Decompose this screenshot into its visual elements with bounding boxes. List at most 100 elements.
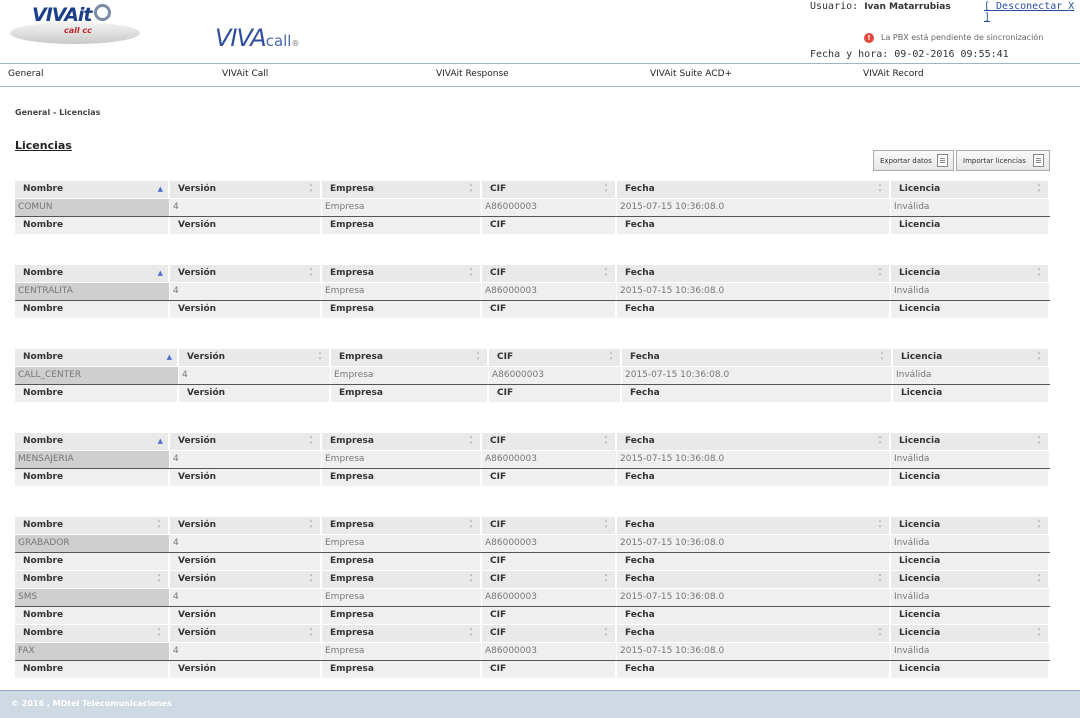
column-header-version[interactable]: Versión ▴▾ bbox=[170, 571, 322, 588]
sort-icon[interactable]: ▴▾ bbox=[467, 626, 475, 638]
sort-icon[interactable]: ▴▾ bbox=[876, 626, 884, 638]
table-row[interactable]: CENTRALITA 4 Empresa A86000003 2015-07-15 10… bbox=[15, 283, 1050, 302]
column-header-cif[interactable]: CIF ▴▾ bbox=[482, 517, 617, 534]
column-header-nombre[interactable]: Nombre ▲ bbox=[15, 349, 179, 366]
column-header-licencia[interactable]: Licencia ▴▾ bbox=[891, 517, 1050, 534]
column-header-empresa[interactable]: Empresa ▴▾ bbox=[322, 517, 482, 534]
column-header-empresa[interactable]: Empresa ▴▾ bbox=[331, 349, 489, 366]
column-header-nombre[interactable]: Nombre ▲ bbox=[15, 181, 170, 198]
column-header-fecha[interactable]: Fecha ▴▾ bbox=[617, 571, 891, 588]
sort-icon[interactable]: ▴▾ bbox=[155, 518, 163, 530]
nav-item-vivait-suite-acd[interactable]: VIVAit Suite ACD+ bbox=[650, 69, 732, 79]
sort-icon[interactable]: ▴▾ bbox=[307, 572, 315, 584]
sort-icon[interactable]: ▴▾ bbox=[1035, 434, 1043, 446]
column-header-version[interactable]: Versión ▴▾ bbox=[170, 625, 322, 642]
sort-icon[interactable]: ▴▾ bbox=[467, 266, 475, 278]
sort-icon[interactable]: ▴▾ bbox=[307, 182, 315, 194]
column-header-empresa[interactable]: Empresa ▴▾ bbox=[322, 265, 482, 282]
sort-icon[interactable]: ▴▾ bbox=[607, 350, 615, 362]
column-header-fecha[interactable]: Fecha ▴▾ bbox=[617, 625, 891, 642]
column-header-cif[interactable]: CIF ▴▾ bbox=[482, 265, 617, 282]
table-row[interactable]: FAX 4 Empresa A86000003 2015-07-15 10:36:08.… bbox=[15, 643, 1050, 662]
column-header-cif[interactable]: CIF ▴▾ bbox=[482, 433, 617, 450]
table-row[interactable]: GRABADOR 4 Empresa A86000003 2015-07-15 10:3… bbox=[15, 535, 1050, 554]
table-row[interactable]: COMUN 4 Empresa A86000003 2015-07-15 10:36:0… bbox=[15, 199, 1050, 218]
column-header-nombre[interactable]: Nombre ▴▾ bbox=[15, 517, 170, 534]
sort-icon[interactable]: ▴▾ bbox=[878, 350, 886, 362]
import-licenses-button[interactable]: Importar licencias bbox=[956, 150, 1050, 171]
column-header-cif[interactable]: CIF ▴▾ bbox=[482, 571, 617, 588]
sort-icon[interactable]: ▴▾ bbox=[602, 266, 610, 278]
column-header-version[interactable]: Versión ▴▾ bbox=[170, 517, 322, 534]
sort-icon[interactable]: ▴▾ bbox=[876, 182, 884, 194]
table-row[interactable]: CALL_CENTER 4 Empresa A86000003 2015-07-15 1… bbox=[15, 367, 1050, 386]
sort-icon[interactable]: ▴▾ bbox=[155, 626, 163, 638]
sort-icon[interactable]: ▴▾ bbox=[467, 182, 475, 194]
column-header-licencia[interactable]: Licencia ▴▾ bbox=[891, 265, 1050, 282]
sort-asc-icon[interactable]: ▲ bbox=[158, 265, 163, 282]
sort-icon[interactable]: ▴▾ bbox=[316, 350, 324, 362]
column-header-cif[interactable]: CIF ▴▾ bbox=[482, 181, 617, 198]
product-suffix: call bbox=[265, 32, 292, 50]
column-header-nombre[interactable]: Nombre ▲ bbox=[15, 265, 170, 282]
sort-icon[interactable]: ▴▾ bbox=[307, 266, 315, 278]
column-header-nombre[interactable]: Nombre ▴▾ bbox=[15, 571, 170, 588]
column-header-licencia[interactable]: Licencia ▴▾ bbox=[891, 181, 1050, 198]
sort-icon[interactable]: ▴▾ bbox=[876, 266, 884, 278]
column-header-licencia[interactable]: Licencia ▴▾ bbox=[891, 571, 1050, 588]
column-header-fecha[interactable]: Fecha ▴▾ bbox=[617, 433, 891, 450]
sort-icon[interactable]: ▴▾ bbox=[467, 572, 475, 584]
sort-icon[interactable]: ▴▾ bbox=[307, 518, 315, 530]
sort-icon[interactable]: ▴▾ bbox=[602, 626, 610, 638]
sort-icon[interactable]: ▴▾ bbox=[602, 182, 610, 194]
column-header-licencia[interactable]: Licencia ▴▾ bbox=[891, 433, 1050, 450]
logout-link[interactable]: [ Desconectar X ] bbox=[984, 1, 1080, 23]
sort-icon[interactable]: ▴▾ bbox=[1035, 626, 1043, 638]
sort-icon[interactable]: ▴▾ bbox=[602, 434, 610, 446]
column-header-version[interactable]: Versión ▴▾ bbox=[170, 433, 322, 450]
nav-item-vivait-call[interactable]: VIVAit Call bbox=[222, 69, 268, 79]
column-header-licencia[interactable]: Licencia ▴▾ bbox=[891, 625, 1050, 642]
column-header-fecha[interactable]: Fecha ▴▾ bbox=[622, 349, 893, 366]
sort-icon[interactable]: ▴▾ bbox=[467, 518, 475, 530]
sort-icon[interactable]: ▴▾ bbox=[602, 572, 610, 584]
column-header-version[interactable]: Versión ▴▾ bbox=[170, 181, 322, 198]
column-header-empresa[interactable]: Empresa ▴▾ bbox=[322, 625, 482, 642]
sort-icon[interactable]: ▴▾ bbox=[467, 434, 475, 446]
sort-asc-icon[interactable]: ▲ bbox=[158, 433, 163, 450]
sort-icon[interactable]: ▴▾ bbox=[602, 518, 610, 530]
nav-item-general[interactable]: General bbox=[8, 69, 43, 79]
sort-icon[interactable]: ▴▾ bbox=[1035, 518, 1043, 530]
sort-icon[interactable]: ▴▾ bbox=[474, 350, 482, 362]
sort-icon[interactable]: ▴▾ bbox=[1035, 182, 1043, 194]
column-header-cif[interactable]: CIF ▴▾ bbox=[482, 625, 617, 642]
sort-asc-icon[interactable]: ▲ bbox=[167, 349, 172, 366]
nav-item-vivait-record[interactable]: VIVAit Record bbox=[863, 69, 924, 79]
column-header-empresa[interactable]: Empresa ▴▾ bbox=[322, 571, 482, 588]
table-row[interactable]: SMS 4 Empresa A86000003 2015-07-15 10:36:08.… bbox=[15, 589, 1050, 608]
column-header-version[interactable]: Versión ▴▾ bbox=[179, 349, 331, 366]
sort-icon[interactable]: ▴▾ bbox=[1035, 572, 1043, 584]
sort-icon[interactable]: ▴▾ bbox=[307, 434, 315, 446]
column-header-empresa[interactable]: Empresa ▴▾ bbox=[322, 433, 482, 450]
column-header-fecha[interactable]: Fecha ▴▾ bbox=[617, 517, 891, 534]
sort-icon[interactable]: ▴▾ bbox=[876, 518, 884, 530]
column-header-empresa[interactable]: Empresa ▴▾ bbox=[322, 181, 482, 198]
sort-icon[interactable]: ▴▾ bbox=[1035, 350, 1043, 362]
sort-icon[interactable]: ▴▾ bbox=[1035, 266, 1043, 278]
nav-item-vivait-response[interactable]: VIVAit Response bbox=[436, 69, 509, 79]
sort-icon[interactable]: ▴▾ bbox=[876, 572, 884, 584]
column-header-nombre[interactable]: Nombre ▴▾ bbox=[15, 625, 170, 642]
export-data-button[interactable]: Exportar datos bbox=[873, 150, 954, 171]
column-header-fecha[interactable]: Fecha ▴▾ bbox=[617, 265, 891, 282]
sort-icon[interactable]: ▴▾ bbox=[155, 572, 163, 584]
column-header-version[interactable]: Versión ▴▾ bbox=[170, 265, 322, 282]
sort-asc-icon[interactable]: ▲ bbox=[158, 181, 163, 198]
column-header-cif[interactable]: CIF ▴▾ bbox=[489, 349, 622, 366]
column-header-fecha[interactable]: Fecha ▴▾ bbox=[617, 181, 891, 198]
column-header-nombre[interactable]: Nombre ▲ bbox=[15, 433, 170, 450]
table-row[interactable]: MENSAJERIA 4 Empresa A86000003 2015-07-15 10… bbox=[15, 451, 1050, 470]
column-header-licencia[interactable]: Licencia ▴▾ bbox=[893, 349, 1050, 366]
sort-icon[interactable]: ▴▾ bbox=[307, 626, 315, 638]
sort-icon[interactable]: ▴▾ bbox=[876, 434, 884, 446]
